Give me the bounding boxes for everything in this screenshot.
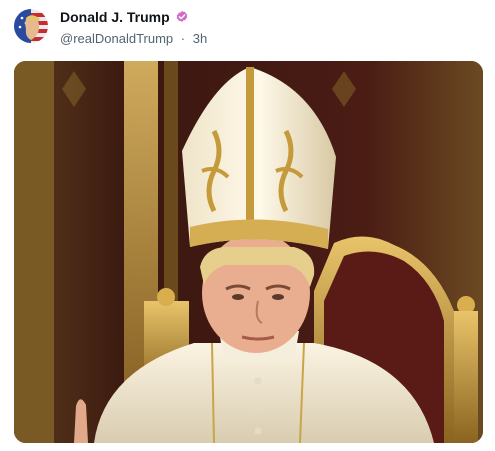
post-timestamp[interactable]: 3h [193,31,207,46]
author-name-row: Donald J. Trump [60,9,189,25]
post-header: Donald J. Trump @realDonaldTrump · 3h [0,0,495,56]
meta-separator: · [180,31,186,46]
avatar[interactable] [14,9,48,43]
verified-badge-icon [175,10,189,24]
author-display-name[interactable]: Donald J. Trump [60,9,170,25]
post-image[interactable] [14,61,483,443]
author-meta: @realDonaldTrump · 3h [60,31,207,46]
author-handle[interactable]: @realDonaldTrump [60,31,173,46]
